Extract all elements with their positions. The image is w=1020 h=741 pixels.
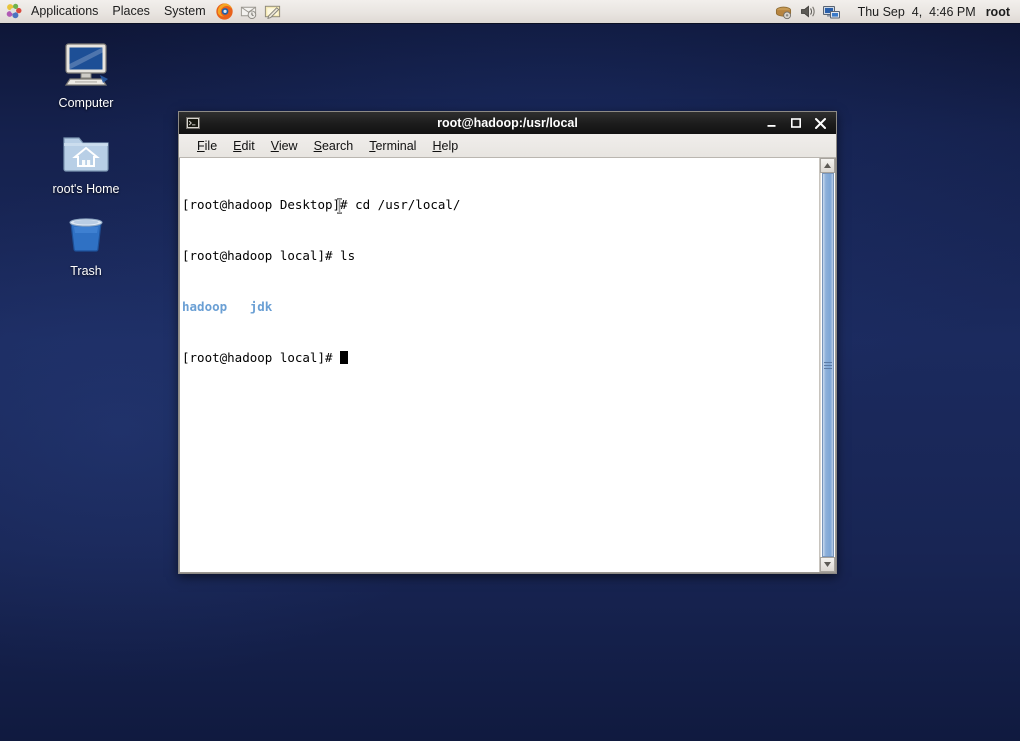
network-monitor-icon[interactable] — [821, 2, 843, 22]
terminal-prompt: [root@hadoop Desktop]# — [182, 197, 356, 212]
terminal-line: [root@hadoop local]# — [182, 349, 819, 366]
update-manager-icon[interactable] — [773, 2, 795, 22]
menu-search[interactable]: Search — [306, 136, 362, 155]
places-menu[interactable]: Places — [105, 1, 157, 22]
terminal-output-dir: jdk — [249, 299, 273, 314]
mouse-ibeam-cursor — [260, 181, 343, 214]
minimize-icon[interactable] — [765, 116, 779, 130]
terminal-body: [root@hadoop Desktop]# cd /usr/local/ [r… — [179, 158, 836, 573]
desktop-icon-label: Trash — [70, 264, 102, 278]
terminal-prompt: [root@hadoop local]# — [182, 350, 341, 365]
desktop-icon-computer[interactable]: Computer — [34, 40, 138, 110]
menu-help[interactable]: Help — [424, 136, 466, 155]
clock[interactable]: Thu Sep 4, 4:46 PM — [844, 5, 986, 19]
desktop-icon-label: root's Home — [52, 182, 120, 196]
terminal-title-bar[interactable]: root@hadoop:/usr/local — [179, 112, 836, 134]
trash-bin-icon — [34, 208, 138, 260]
terminal-icon — [185, 116, 201, 130]
desktop-root: Applications Places System Thu Sep 4, 4:… — [0, 0, 1020, 741]
desktop-icon-home[interactable]: root's Home — [34, 126, 138, 196]
terminal-screen[interactable]: [root@hadoop Desktop]# cd /usr/local/ [r… — [180, 158, 819, 572]
scroll-down-arrow-icon[interactable] — [820, 557, 835, 572]
applications-menu[interactable]: Applications — [24, 1, 105, 22]
scroll-up-arrow-icon[interactable] — [820, 158, 835, 173]
terminal-output-dir: hadoop — [182, 299, 228, 314]
terminal-title: root@hadoop:/usr/local — [437, 116, 578, 130]
desktop-icon-trash[interactable]: Trash — [34, 208, 138, 278]
firefox-launcher-icon[interactable] — [214, 1, 236, 23]
home-folder-icon — [34, 126, 138, 178]
terminal-command: ls — [340, 248, 356, 263]
menu-view[interactable]: View — [263, 136, 306, 155]
terminal-command: cd /usr/local/ — [355, 197, 461, 212]
menu-edit[interactable]: Edit — [225, 136, 263, 155]
scrollbar-grip-icon — [824, 360, 832, 371]
scrollbar-thumb[interactable] — [822, 173, 834, 557]
terminal-prompt: [root@hadoop local]# — [182, 248, 341, 263]
terminal-line: [root@hadoop Desktop]# cd /usr/local/ — [182, 196, 819, 213]
terminal-cursor — [340, 351, 349, 364]
computer-monitor-icon — [34, 40, 138, 92]
terminal-scrollbar[interactable] — [819, 158, 835, 572]
terminal-menu-bar: File Edit View Search Terminal Help — [179, 134, 836, 158]
window-buttons — [765, 116, 832, 130]
scrollbar-track[interactable] — [820, 173, 835, 557]
top-panel: Applications Places System Thu Sep 4, 4:… — [0, 0, 1020, 24]
menu-terminal[interactable]: Terminal — [361, 136, 424, 155]
terminal-window[interactable]: root@hadoop:/usr/local File Edit View Se… — [178, 111, 837, 574]
close-icon[interactable] — [813, 116, 827, 130]
terminal-line: hadoop jdk — [182, 298, 819, 315]
evolution-mail-launcher-icon[interactable] — [238, 1, 260, 23]
text-editor-launcher-icon[interactable] — [262, 1, 284, 23]
maximize-icon[interactable] — [789, 116, 803, 130]
system-menu[interactable]: System — [157, 1, 213, 22]
user-indicator[interactable]: root — [986, 5, 1020, 19]
gnome-foot-icon[interactable] — [4, 3, 23, 21]
volume-speaker-icon[interactable] — [797, 2, 819, 22]
terminal-line: [root@hadoop local]# ls — [182, 247, 819, 264]
desktop-icon-label: Computer — [58, 96, 114, 110]
menu-file[interactable]: File — [189, 136, 225, 155]
